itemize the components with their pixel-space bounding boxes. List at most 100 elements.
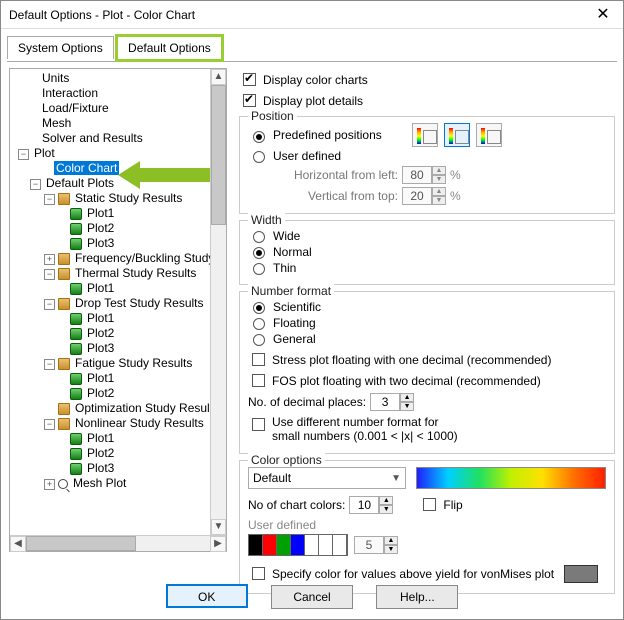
tree-drop-plot1[interactable]: Plot1 bbox=[85, 311, 116, 325]
tree-units[interactable]: Units bbox=[40, 71, 71, 85]
ok-button[interactable]: OK bbox=[166, 584, 248, 608]
display-plot-details-checkbox[interactable] bbox=[243, 94, 256, 107]
vertical-from-top-input[interactable] bbox=[402, 187, 432, 205]
color-swatch[interactable] bbox=[263, 535, 277, 555]
different-number-format-checkbox[interactable] bbox=[252, 418, 265, 431]
horizontal-from-left-input[interactable] bbox=[402, 166, 432, 184]
tree-drop-plot3[interactable]: Plot3 bbox=[85, 341, 116, 355]
spin-up-icon[interactable]: ▲ bbox=[400, 393, 414, 402]
tree-static-plot3[interactable]: Plot3 bbox=[85, 236, 116, 250]
general-radio[interactable] bbox=[253, 334, 265, 346]
collapse-icon[interactable]: − bbox=[44, 299, 55, 310]
tree-nonlin-plot1[interactable]: Plot1 bbox=[85, 431, 116, 445]
tree-thermal-plot1[interactable]: Plot1 bbox=[85, 281, 116, 295]
scroll-thumb[interactable] bbox=[26, 536, 136, 551]
tree-mesh[interactable]: Mesh bbox=[40, 116, 73, 130]
yield-color-swatch[interactable] bbox=[564, 565, 598, 583]
tree-drop-plot2[interactable]: Plot2 bbox=[85, 326, 116, 340]
expand-icon[interactable]: + bbox=[44, 254, 55, 265]
tree-freq[interactable]: Frequency/Buckling Study Results bbox=[73, 251, 210, 265]
tree-nonlin-plot2[interactable]: Plot2 bbox=[85, 446, 116, 460]
user-color-swatches[interactable] bbox=[248, 534, 348, 556]
decimal-places-input[interactable] bbox=[370, 393, 400, 411]
color-swatch[interactable] bbox=[319, 535, 333, 555]
spin-down-icon[interactable]: ▼ bbox=[432, 196, 446, 205]
spin-up-icon[interactable]: ▲ bbox=[432, 187, 446, 196]
color-map-combo[interactable]: Default ▼ bbox=[248, 467, 406, 489]
cancel-button[interactable]: Cancel bbox=[271, 585, 353, 609]
options-tree[interactable]: Units Interaction Load/Fixture Mesh Solv… bbox=[10, 69, 210, 535]
tree-thermal[interactable]: Thermal Study Results bbox=[73, 266, 198, 280]
specify-yield-color-checkbox[interactable] bbox=[252, 567, 265, 580]
scroll-down-icon[interactable]: ▼ bbox=[211, 519, 226, 535]
collapse-icon[interactable]: − bbox=[44, 419, 55, 430]
help-button[interactable]: Help... bbox=[376, 585, 458, 609]
tree-fatigue-plot2[interactable]: Plot2 bbox=[85, 386, 116, 400]
folder-icon bbox=[58, 268, 70, 280]
stress-plot-checkbox[interactable] bbox=[252, 353, 265, 366]
spin-down-icon[interactable]: ▼ bbox=[432, 175, 446, 184]
width-thin-radio[interactable] bbox=[253, 263, 265, 275]
width-group: Width Wide Normal Thin bbox=[239, 220, 615, 285]
position-preset-2[interactable] bbox=[444, 123, 470, 147]
display-color-charts-checkbox[interactable] bbox=[243, 73, 256, 86]
collapse-icon[interactable]: − bbox=[44, 269, 55, 280]
tree-static[interactable]: Static Study Results bbox=[73, 191, 184, 205]
flip-checkbox[interactable] bbox=[423, 498, 436, 511]
collapse-icon[interactable]: − bbox=[18, 149, 29, 160]
tree-optim[interactable]: Optimization Study Results bbox=[73, 401, 210, 415]
floating-label: Floating bbox=[273, 316, 316, 330]
width-wide-radio[interactable] bbox=[253, 231, 265, 243]
collapse-icon[interactable]: − bbox=[30, 179, 41, 190]
position-preset-3[interactable] bbox=[476, 123, 502, 147]
predefined-positions-radio[interactable] bbox=[253, 131, 265, 143]
fos-plot-checkbox[interactable] bbox=[252, 374, 265, 387]
tree-solver[interactable]: Solver and Results bbox=[40, 131, 145, 145]
tab-default-options[interactable]: Default Options bbox=[117, 36, 222, 59]
color-swatch[interactable] bbox=[277, 535, 291, 555]
specify-yield-color-label: Specify color for values above yield for… bbox=[272, 567, 554, 581]
tree-vertical-scrollbar[interactable]: ▲ ▼ bbox=[210, 69, 226, 535]
plot-icon bbox=[70, 283, 82, 295]
tree-load[interactable]: Load/Fixture bbox=[40, 101, 111, 115]
scroll-right-icon[interactable]: ▶ bbox=[210, 536, 226, 552]
scientific-radio[interactable] bbox=[253, 302, 265, 314]
floating-radio[interactable] bbox=[253, 318, 265, 330]
tree-default-plots[interactable]: Default Plots bbox=[44, 176, 116, 190]
spin-up-icon[interactable]: ▲ bbox=[432, 166, 446, 175]
close-icon[interactable]: ✕ bbox=[583, 1, 623, 29]
collapse-icon[interactable]: − bbox=[44, 194, 55, 205]
tree-static-plot1[interactable]: Plot1 bbox=[85, 206, 116, 220]
spin-up-icon[interactable]: ▲ bbox=[384, 536, 398, 545]
tree-color-chart[interactable]: Color Chart bbox=[54, 161, 119, 175]
spin-down-icon[interactable]: ▼ bbox=[379, 505, 393, 514]
tree-meshplot[interactable]: Mesh Plot bbox=[71, 476, 128, 490]
tree-fatigue-plot1[interactable]: Plot1 bbox=[85, 371, 116, 385]
tree-static-plot2[interactable]: Plot2 bbox=[85, 221, 116, 235]
tree-interaction[interactable]: Interaction bbox=[40, 86, 100, 100]
user-defined-position-radio[interactable] bbox=[253, 151, 265, 163]
width-normal-radio[interactable] bbox=[253, 247, 265, 259]
spin-up-icon[interactable]: ▲ bbox=[379, 496, 393, 505]
spin-down-icon[interactable]: ▼ bbox=[384, 545, 398, 554]
spin-down-icon[interactable]: ▼ bbox=[400, 402, 414, 411]
color-swatch[interactable] bbox=[333, 535, 347, 555]
user-defined-count-input[interactable] bbox=[354, 536, 384, 554]
position-preset-1[interactable] bbox=[412, 123, 438, 147]
tree-drop[interactable]: Drop Test Study Results bbox=[73, 296, 206, 310]
scroll-left-icon[interactable]: ◀ bbox=[10, 536, 26, 552]
tree-fatigue[interactable]: Fatigue Study Results bbox=[73, 356, 194, 370]
tab-system-options[interactable]: System Options bbox=[7, 36, 114, 59]
tree-horizontal-scrollbar[interactable]: ◀ ▶ bbox=[10, 535, 226, 551]
scroll-thumb[interactable] bbox=[211, 85, 226, 225]
collapse-icon[interactable]: − bbox=[44, 359, 55, 370]
tree-plot[interactable]: Plot bbox=[32, 146, 57, 160]
no-of-chart-colors-input[interactable] bbox=[349, 496, 379, 514]
color-swatch[interactable] bbox=[249, 535, 263, 555]
expand-icon[interactable]: + bbox=[44, 479, 55, 490]
tree-nonlin[interactable]: Nonlinear Study Results bbox=[73, 416, 206, 430]
color-swatch[interactable] bbox=[291, 535, 305, 555]
tree-nonlin-plot3[interactable]: Plot3 bbox=[85, 461, 116, 475]
color-swatch[interactable] bbox=[305, 535, 319, 555]
scroll-up-icon[interactable]: ▲ bbox=[211, 69, 226, 85]
